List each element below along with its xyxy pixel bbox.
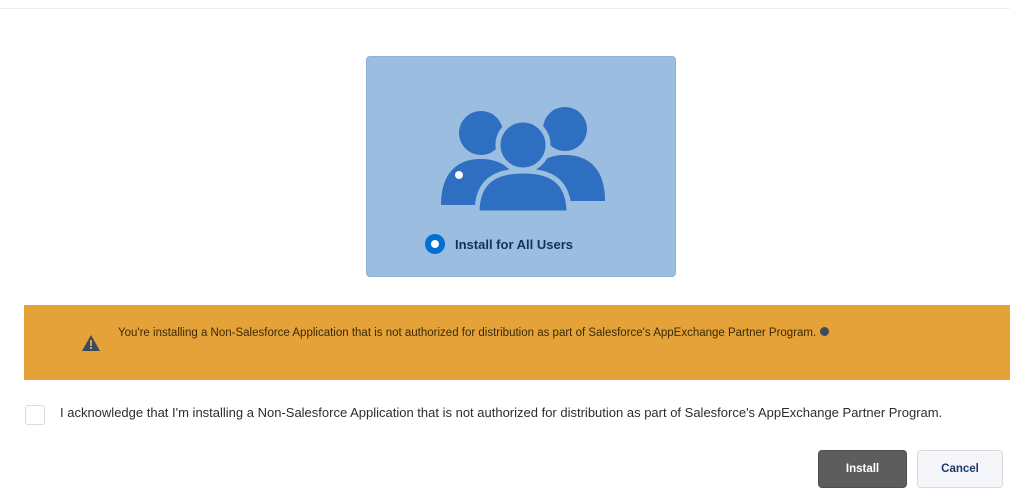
users-group-icon bbox=[441, 107, 605, 213]
acknowledge-checkbox[interactable] bbox=[25, 405, 45, 425]
warning-banner: You're installing a Non-Salesforce Appli… bbox=[24, 305, 1010, 380]
install-button[interactable]: Install bbox=[818, 450, 907, 488]
warning-message: You're installing a Non-Salesforce Appli… bbox=[118, 325, 948, 342]
warning-icon bbox=[82, 335, 100, 351]
top-divider bbox=[0, 8, 1010, 9]
cancel-button[interactable]: Cancel bbox=[917, 450, 1003, 488]
acknowledge-label: I acknowledge that I'm installing a Non-… bbox=[60, 405, 943, 420]
install-all-users-radio[interactable] bbox=[425, 234, 445, 254]
install-all-users-radio-row[interactable]: Install for All Users bbox=[425, 233, 573, 255]
install-for-all-users-card[interactable]: Install for All Users bbox=[366, 56, 676, 277]
warning-text: You're installing a Non-Salesforce Appli… bbox=[118, 327, 817, 339]
info-icon[interactable] bbox=[820, 327, 830, 337]
radio-selected-dot bbox=[431, 240, 439, 248]
install-all-users-label: Install for All Users bbox=[455, 236, 573, 252]
